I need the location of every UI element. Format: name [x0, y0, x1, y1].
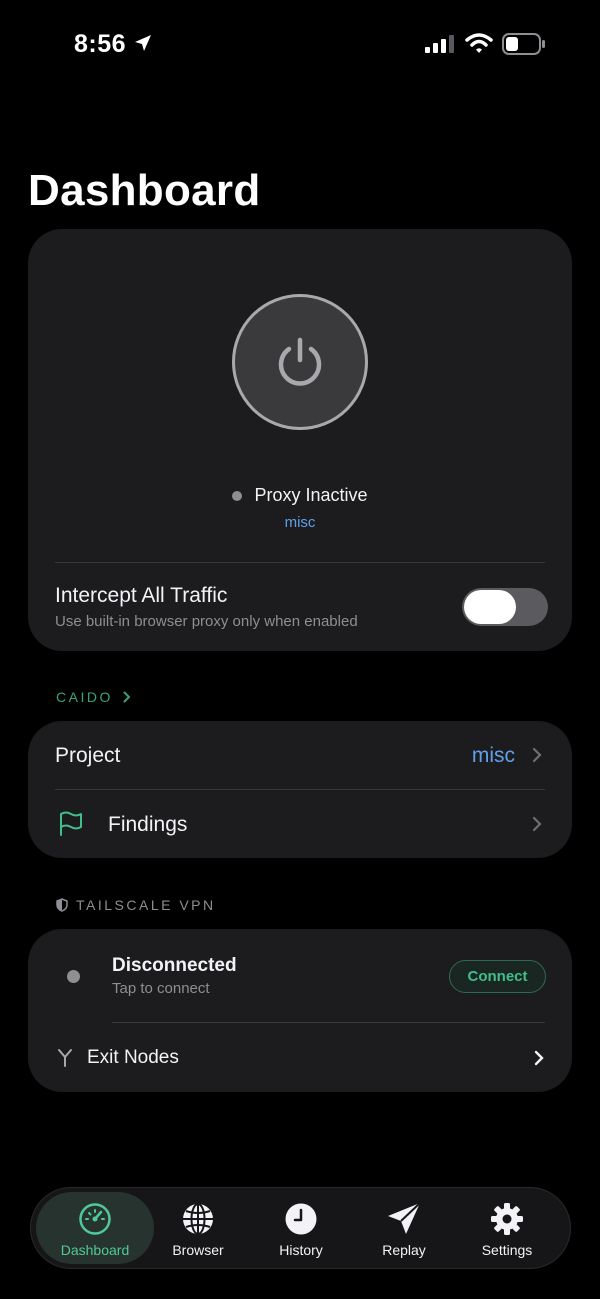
toggle-knob	[464, 590, 516, 624]
tab-bar: Dashboard Browser History Replay Setting…	[30, 1187, 571, 1269]
vpn-status-dot	[67, 970, 80, 983]
intercept-title: Intercept All Traffic	[55, 584, 228, 607]
exit-nodes-row[interactable]: Exit Nodes	[28, 1023, 572, 1091]
exit-nodes-label: Exit Nodes	[87, 1047, 179, 1068]
tab-dashboard[interactable]: Dashboard	[36, 1192, 154, 1264]
location-arrow-icon	[135, 35, 151, 51]
app-screen: 8:56 Dashboard Proxy Inactive misc Inter…	[0, 0, 600, 1299]
tab-settings[interactable]: Settings	[455, 1188, 559, 1268]
globe-icon	[183, 1203, 213, 1235]
intercept-subtitle: Use built-in browser proxy only when ena…	[55, 613, 358, 630]
proxy-status: Proxy Inactive	[28, 485, 572, 506]
tab-label: Dashboard	[60, 1242, 130, 1258]
clock-icon	[285, 1203, 317, 1235]
tab-label: Settings	[481, 1242, 533, 1258]
wifi-icon	[465, 33, 493, 53]
caido-section-header[interactable]: CAIDO	[56, 689, 131, 705]
gear-icon	[491, 1203, 523, 1235]
connect-button[interactable]: Connect	[449, 960, 546, 993]
proxy-card: Proxy Inactive misc Intercept All Traffi…	[28, 229, 572, 651]
power-button[interactable]	[232, 294, 368, 430]
vpn-subtitle: Tap to connect	[112, 980, 210, 997]
findings-row[interactable]: Findings	[28, 790, 572, 858]
tab-label: History	[279, 1242, 323, 1258]
vpn-status-text: Disconnected	[112, 955, 237, 976]
fork-icon	[58, 1049, 72, 1067]
proxy-status-text: Proxy Inactive	[254, 485, 368, 505]
chevron-right-icon	[532, 747, 542, 763]
vpn-section-header: TAILSCALE VPN	[56, 897, 216, 913]
vpn-status-row[interactable]: Disconnected Tap to connect Connect	[28, 929, 572, 1022]
tab-browser[interactable]: Browser	[146, 1188, 250, 1268]
chevron-right-icon	[534, 1050, 544, 1066]
flag-icon	[60, 811, 82, 836]
vpn-header-label: TAILSCALE VPN	[76, 897, 216, 913]
status-bar: 8:56	[0, 0, 600, 90]
chevron-right-icon	[123, 691, 131, 703]
battery-icon	[502, 33, 545, 55]
project-label: Project	[55, 744, 121, 767]
signal-icon	[425, 35, 454, 53]
gauge-icon	[79, 1203, 111, 1235]
tab-label: Browser	[172, 1242, 224, 1258]
power-icon	[278, 337, 322, 386]
chevron-right-icon	[532, 816, 542, 832]
caido-card: Project misc Findings	[28, 721, 572, 858]
proxy-divider	[55, 562, 545, 563]
proxy-status-dot	[232, 490, 243, 501]
tab-history[interactable]: History	[249, 1188, 353, 1268]
intercept-toggle[interactable]	[462, 588, 548, 626]
caido-header-label: CAIDO	[56, 689, 113, 705]
page-title: Dashboard	[28, 166, 261, 215]
status-time: 8:56	[74, 30, 127, 58]
project-value: misc	[471, 744, 515, 767]
paper-plane-icon	[388, 1202, 421, 1234]
findings-label: Findings	[108, 813, 188, 836]
project-row[interactable]: Project misc	[28, 721, 572, 789]
shield-icon	[56, 898, 68, 912]
tab-label: Replay	[382, 1242, 426, 1258]
proxy-project-link[interactable]: misc	[28, 514, 572, 531]
vpn-card: Disconnected Tap to connect Connect Exit…	[28, 929, 572, 1092]
tab-replay[interactable]: Replay	[352, 1188, 456, 1268]
